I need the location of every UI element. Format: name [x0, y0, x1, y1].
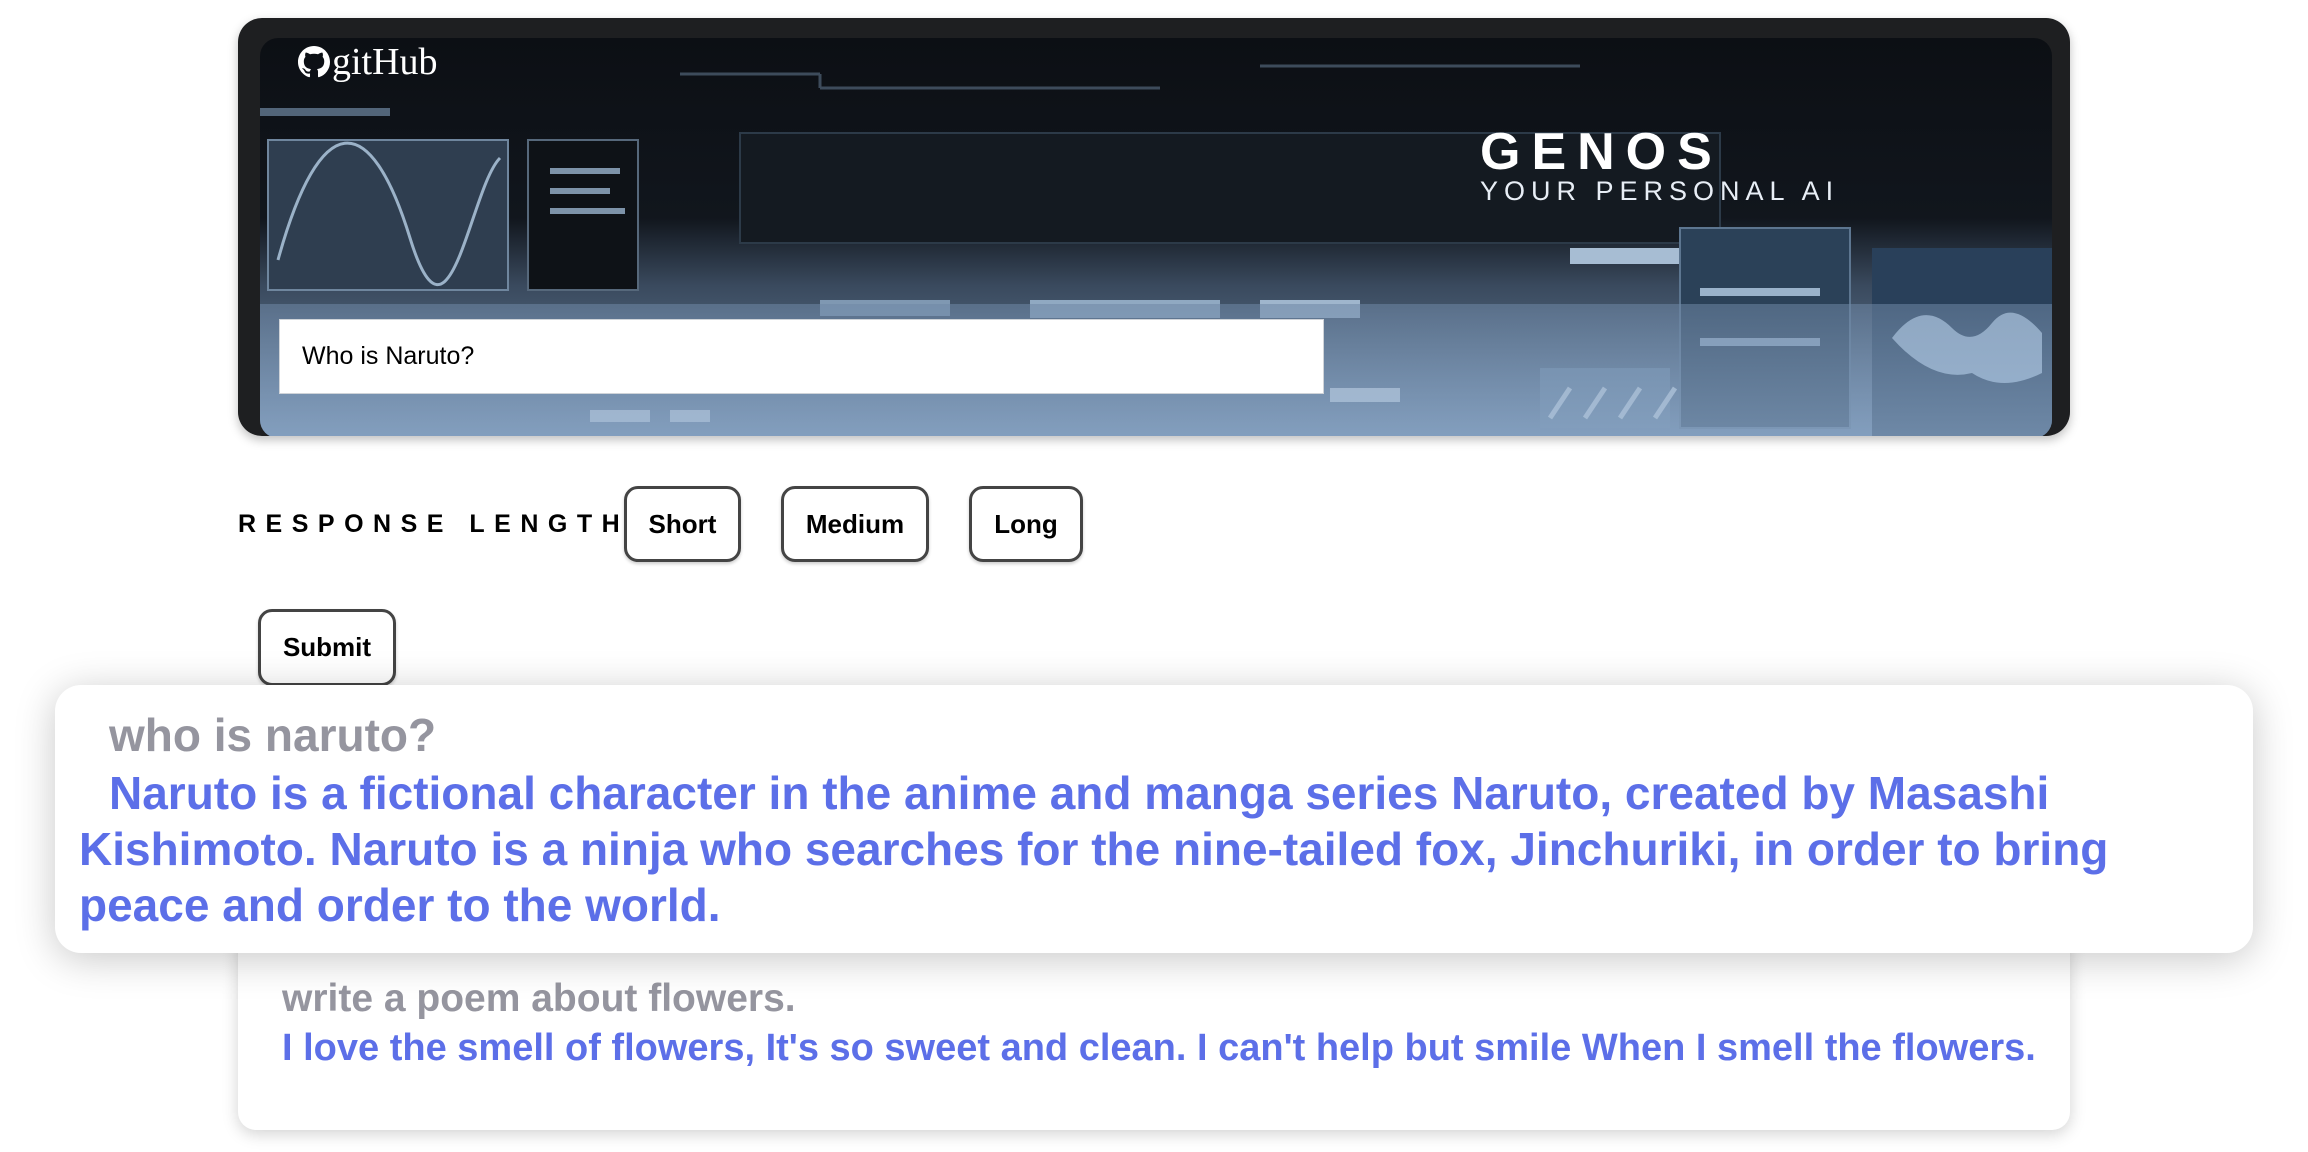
submit-button[interactable]: Submit	[258, 609, 396, 686]
brand-subtitle: YOUR PERSONAL AI	[1480, 176, 1840, 206]
brand-title: GENOS	[1480, 123, 1723, 181]
github-label: gitHub	[332, 41, 438, 83]
response-question: write a poem about flowers.	[282, 977, 796, 1020]
hero-banner: gitHub GENOS YOUR PERSONAL AI	[238, 18, 2070, 436]
length-short-button[interactable]: Short	[624, 486, 741, 562]
length-long-button[interactable]: Long	[969, 486, 1083, 562]
github-icon	[298, 46, 330, 78]
github-link[interactable]: gitHub	[298, 40, 438, 84]
response-answer: Naruto is a fictional character in the a…	[79, 766, 2109, 931]
response-card-featured: who is naruto? Naruto is a fictional cha…	[55, 685, 2253, 953]
response-card: write a poem about flowers. I love the s…	[238, 930, 2070, 1130]
response-length-label: RESPONSE LENGTH	[238, 510, 630, 538]
response-answer: I love the smell of flowers, It's so swe…	[282, 1026, 2036, 1069]
response-question: who is naruto?	[109, 709, 437, 761]
query-input[interactable]	[279, 319, 1324, 394]
length-medium-button[interactable]: Medium	[781, 486, 929, 562]
